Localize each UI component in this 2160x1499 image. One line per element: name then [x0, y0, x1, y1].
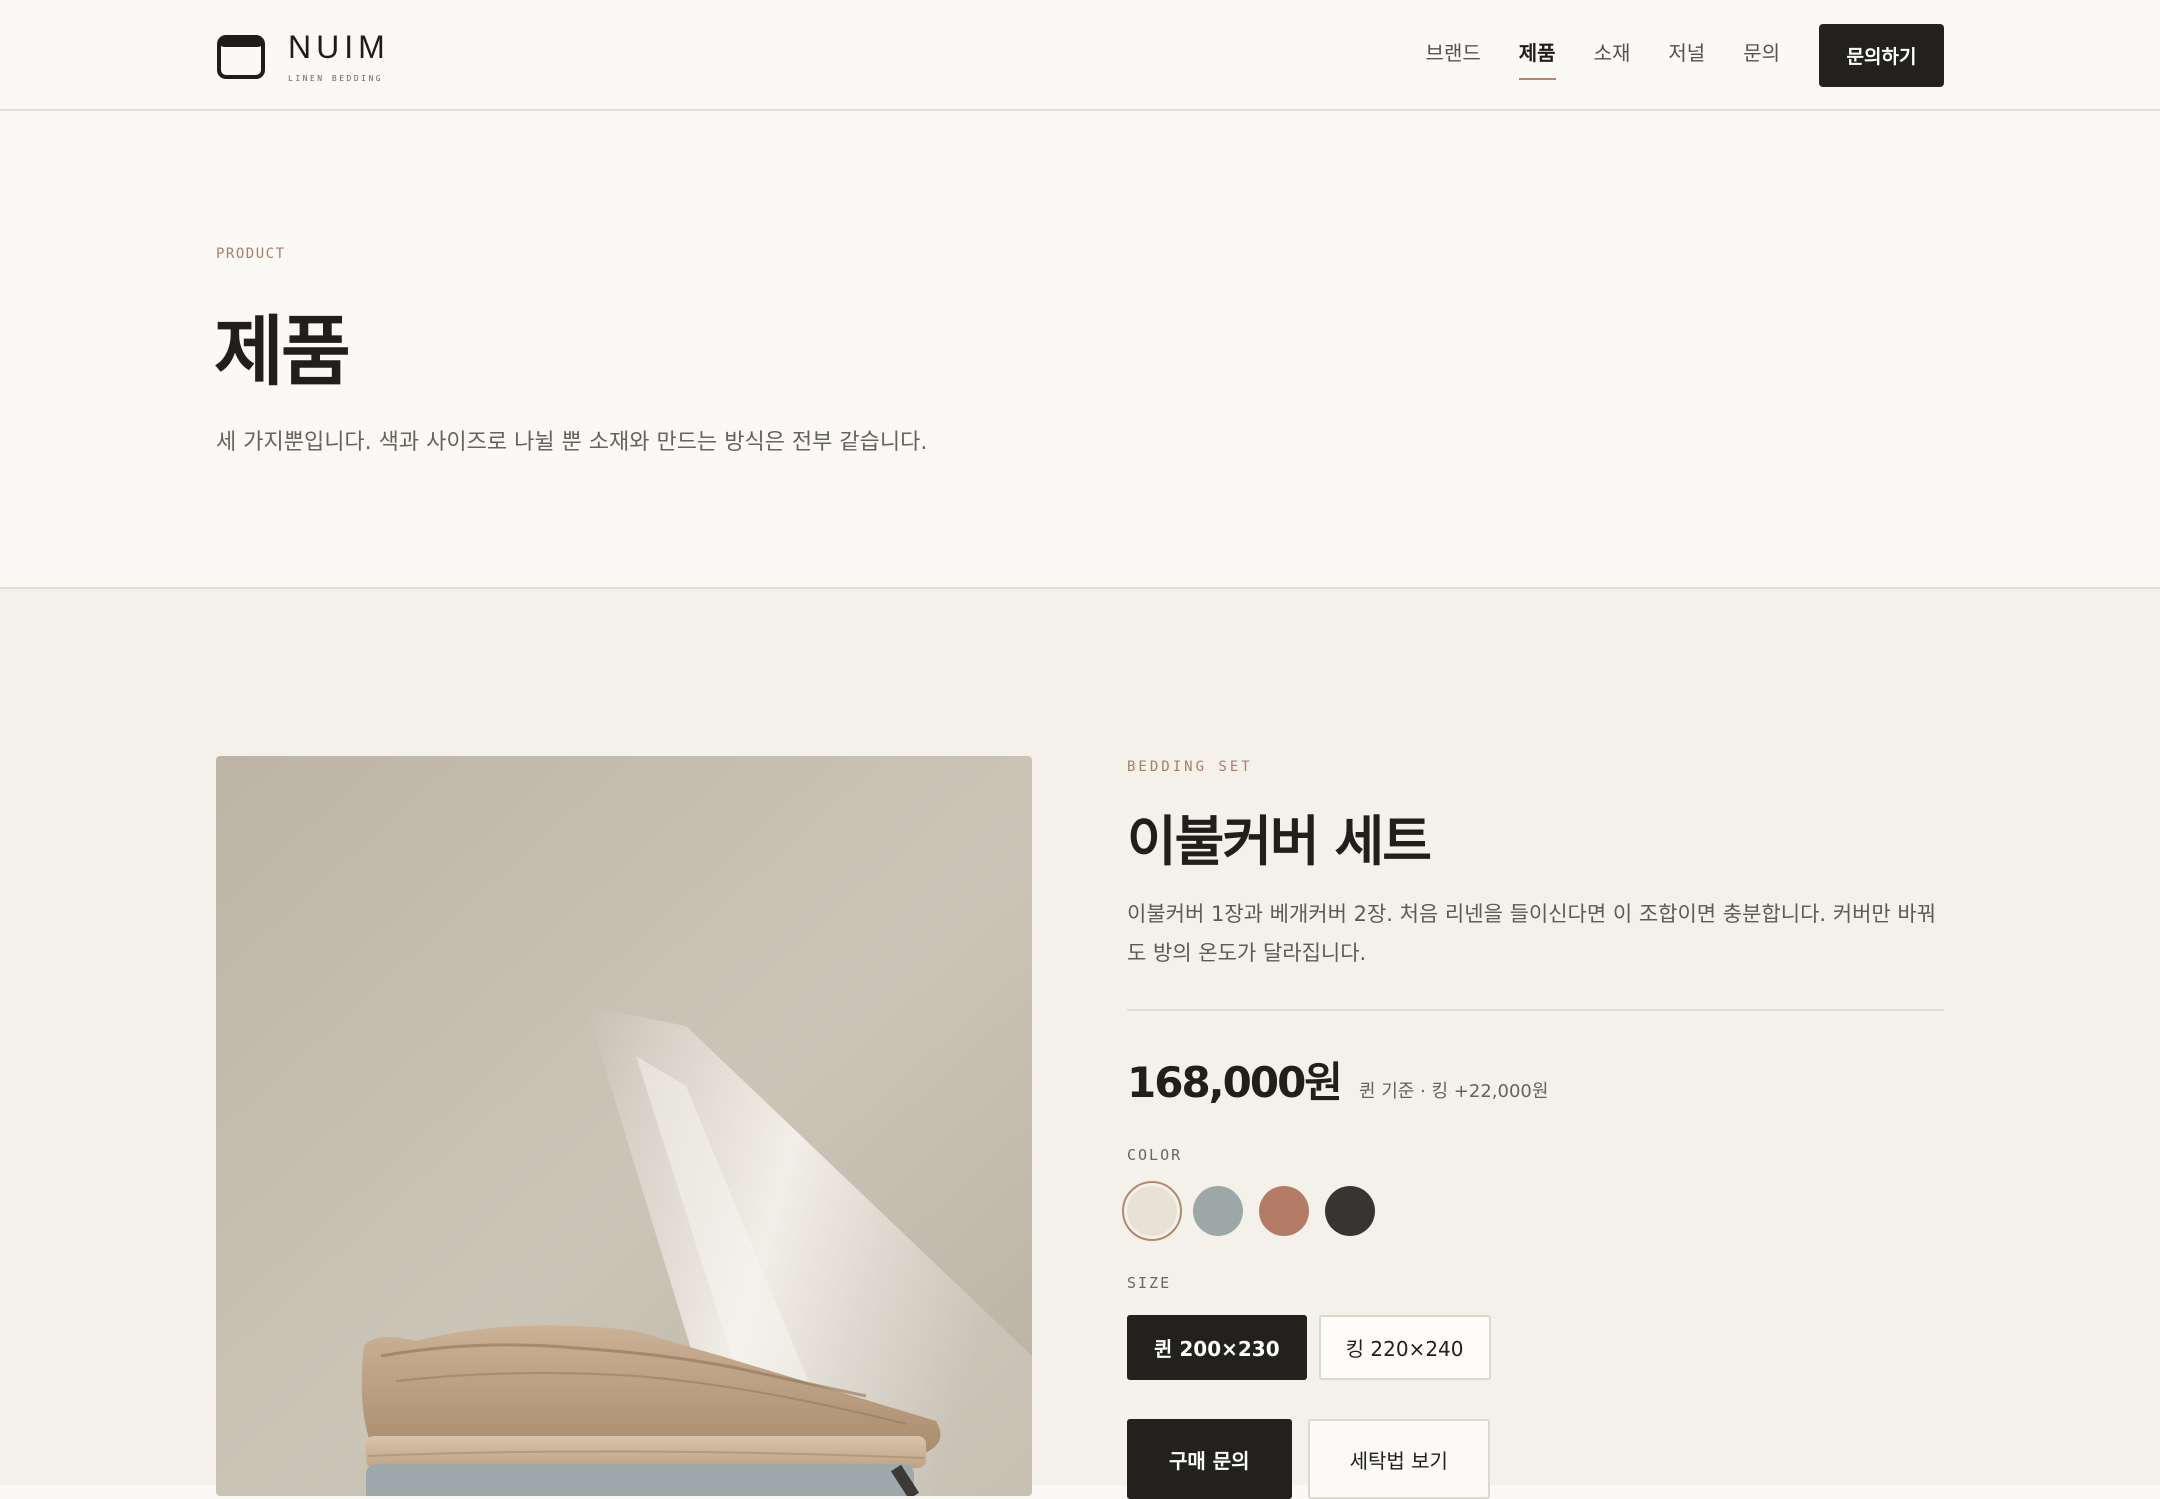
swatch-natural[interactable] [1122, 1181, 1182, 1241]
product-section: BEDDING SET 이불커버 세트 이불커버 1장과 베개커버 2장. 처음… [0, 587, 2160, 1499]
size-options: 퀸 200×230 킹 220×240 [1127, 1315, 1503, 1380]
brand-logo[interactable]: NUIM LINEN BEDDING [216, 30, 390, 83]
color-label: COLOR [1127, 1146, 1183, 1164]
swatch-charcoal[interactable] [1325, 1186, 1375, 1236]
nav-item-journal[interactable]: 저널 [1668, 40, 1705, 80]
page-hero: PRODUCT 제품 세 가지뿐입니다. 색과 사이즈로 나뉠 뿐 소재와 만드… [0, 112, 2160, 587]
product-price: 168,000원 [1127, 1058, 1343, 1107]
color-swatches [1122, 1181, 1391, 1241]
product-eyebrow: BEDDING SET [1127, 759, 1253, 775]
swatch-blue-grey[interactable] [1193, 1186, 1243, 1236]
swatch-terracotta[interactable] [1259, 1186, 1309, 1236]
site-header: NUIM LINEN BEDDING 브랜드 제품 소재 저널 문의 문의하기 [0, 0, 2160, 111]
product-image [216, 756, 1032, 1496]
page-description: 세 가지뿐입니다. 색과 사이즈로 나뉠 뿐 소재와 만드는 방식은 전부 같습… [216, 430, 928, 455]
hero-eyebrow: PRODUCT [216, 246, 286, 262]
size-label: SIZE [1127, 1274, 1172, 1292]
divider [1127, 1009, 1944, 1011]
washing-guide-button[interactable]: 세탁법 보기 [1307, 1419, 1490, 1499]
size-option-king[interactable]: 킹 220×240 [1318, 1315, 1491, 1380]
brand-tagline: LINEN BEDDING [288, 74, 384, 83]
purchase-inquiry-button[interactable]: 구매 문의 [1127, 1419, 1292, 1499]
main-nav: 브랜드 제품 소재 저널 문의 [1388, 40, 1780, 80]
product-actions: 구매 문의 세탁법 보기 [1127, 1419, 1506, 1499]
page-title: 제품 [214, 307, 351, 396]
product-description: 이불커버 1장과 베개커버 2장. 처음 리넨을 들이신다면 이 조합이면 충분… [1127, 902, 1937, 965]
nav-item-contact[interactable]: 문의 [1743, 40, 1780, 80]
nav-item-material[interactable]: 소재 [1594, 40, 1631, 80]
nav-item-brand[interactable]: 브랜드 [1426, 40, 1481, 80]
price-row: 168,000원 퀸 기준 · 킹 +22,000원 [1127, 1049, 1548, 1110]
nav-item-products[interactable]: 제품 [1518, 40, 1556, 80]
brand-name: NUIM [288, 29, 390, 65]
price-note: 퀸 기준 · 킹 +22,000원 [1358, 1081, 1549, 1102]
product-title: 이불커버 세트 [1127, 810, 1432, 873]
size-option-queen[interactable]: 퀸 200×230 [1127, 1315, 1307, 1380]
inquiry-button[interactable]: 문의하기 [1819, 24, 1944, 87]
logo-icon [217, 35, 265, 79]
